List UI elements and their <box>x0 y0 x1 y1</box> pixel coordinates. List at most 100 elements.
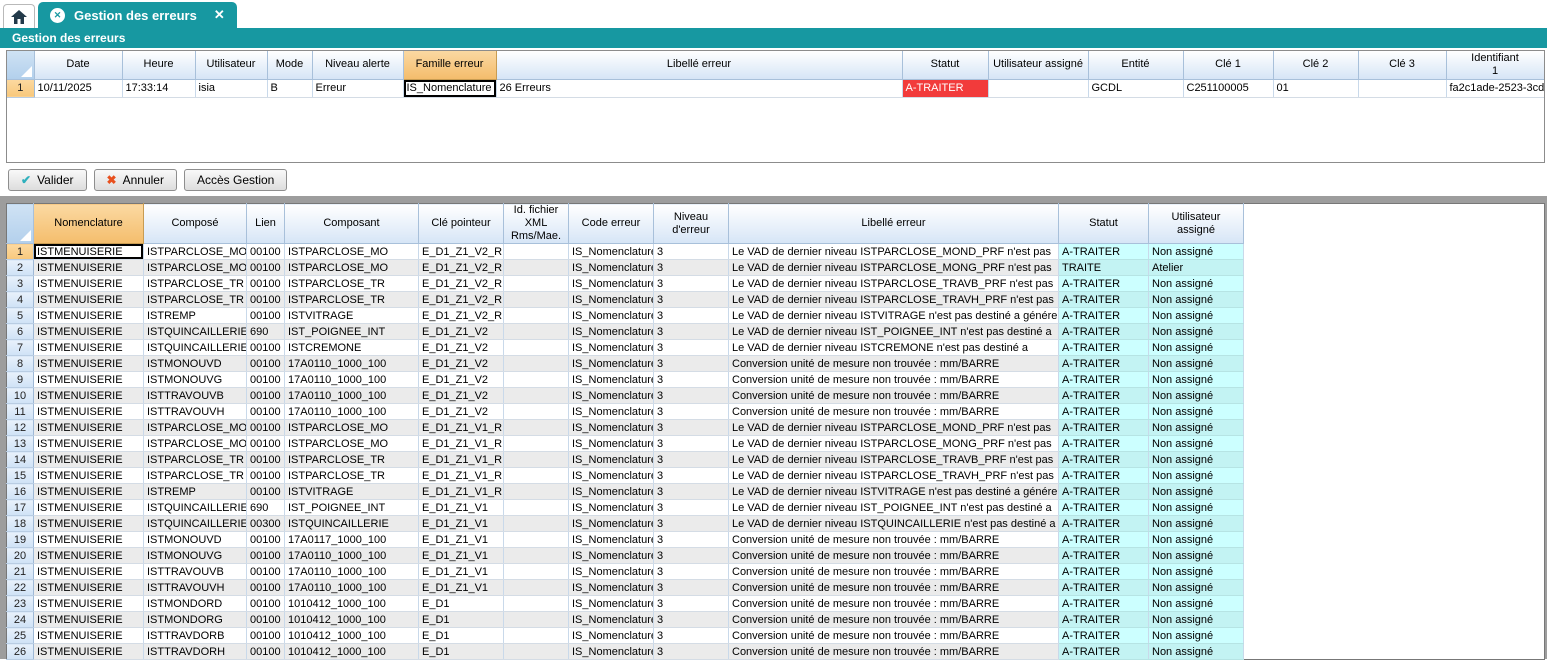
select-all-corner[interactable] <box>7 51 34 79</box>
cell-nomenclature[interactable]: ISTMENUISERIE <box>34 340 144 356</box>
cell-heure[interactable]: 17:33:14 <box>122 79 195 97</box>
cell-composant[interactable]: 1010412_1000_100 <box>285 644 419 660</box>
cell-nomenclature[interactable]: ISTMENUISERIE <box>34 276 144 292</box>
cell-niveau_erreur[interactable]: 3 <box>654 292 729 308</box>
cell-statut[interactable]: A-TRAITER <box>1059 564 1149 580</box>
cell-id_fichier[interactable] <box>504 628 569 644</box>
header-famille_erreur[interactable]: Famille erreur <box>403 51 496 79</box>
cell-statut[interactable]: A-TRAITER <box>1059 644 1149 660</box>
cell-id_fichier[interactable] <box>504 484 569 500</box>
row-number[interactable]: 2 <box>7 260 34 276</box>
cell-statut[interactable]: A-TRAITER <box>1059 468 1149 484</box>
cell-id_fichier[interactable] <box>504 356 569 372</box>
row-number[interactable]: 3 <box>7 276 34 292</box>
cell-cle_pointeur[interactable]: E_D1_Z1_V2_R <box>419 260 504 276</box>
cell-utilisateur_assigne[interactable]: Non assigné <box>1149 356 1244 372</box>
cell-cle3[interactable] <box>1358 79 1446 97</box>
cell-code_erreur[interactable]: IS_Nomenclature <box>569 292 654 308</box>
header-libelle_erreur[interactable]: Libellé erreur <box>496 51 902 79</box>
cell-libelle_erreur[interactable]: Le VAD de dernier niveau ISTQUINCAILLERI… <box>729 516 1059 532</box>
row-number[interactable]: 10 <box>7 388 34 404</box>
cell-libelle_erreur[interactable]: Conversion unité de mesure non trouvée :… <box>729 596 1059 612</box>
row-number[interactable]: 4 <box>7 292 34 308</box>
header-statut[interactable]: Statut <box>902 51 988 79</box>
header-heure[interactable]: Heure <box>122 51 195 79</box>
cell-libelle_erreur[interactable]: Conversion unité de mesure non trouvée :… <box>729 612 1059 628</box>
row-number[interactable]: 6 <box>7 324 34 340</box>
cell-id_fichier[interactable] <box>504 532 569 548</box>
cell-code_erreur[interactable]: IS_Nomenclature <box>569 580 654 596</box>
cell-cle_pointeur[interactable]: E_D1 <box>419 596 504 612</box>
cell-libelle_erreur[interactable]: Le VAD de dernier niveau ISTCREMONE n'es… <box>729 340 1059 356</box>
header-niveau_alerte[interactable]: Niveau alerte <box>312 51 403 79</box>
cell-compose[interactable]: ISTQUINCAILLERIE <box>144 500 247 516</box>
cell-id_fichier[interactable] <box>504 436 569 452</box>
header-cle1[interactable]: Clé 1 <box>1183 51 1273 79</box>
header-utilisateur[interactable]: Utilisateur <box>195 51 267 79</box>
cell-lien[interactable]: 00100 <box>247 532 285 548</box>
select-all-corner[interactable] <box>7 204 34 244</box>
cell-nomenclature[interactable]: ISTMENUISERIE <box>34 260 144 276</box>
row-number[interactable]: 23 <box>7 596 34 612</box>
cell-compose[interactable]: ISTMONOUVD <box>144 532 247 548</box>
row-number[interactable]: 14 <box>7 452 34 468</box>
header-id_fichier[interactable]: Id. fichier XML Rms/Mae. <box>504 204 569 244</box>
cell-lien[interactable]: 00100 <box>247 372 285 388</box>
cell-code_erreur[interactable]: IS_Nomenclature <box>569 276 654 292</box>
cell-compose[interactable]: ISTMONDORG <box>144 612 247 628</box>
cell-lien[interactable]: 00100 <box>247 420 285 436</box>
cell-code_erreur[interactable]: IS_Nomenclature <box>569 612 654 628</box>
cell-cle_pointeur[interactable]: E_D1_Z1_V2 <box>419 404 504 420</box>
cell-niveau_erreur[interactable]: 3 <box>654 580 729 596</box>
cell-nomenclature[interactable]: ISTMENUISERIE <box>34 628 144 644</box>
cell-compose[interactable]: ISTTRAVDORH <box>144 644 247 660</box>
cell-niveau_erreur[interactable]: 3 <box>654 276 729 292</box>
cell-utilisateur_assigne[interactable]: Non assigné <box>1149 244 1244 260</box>
cell-niveau_erreur[interactable]: 3 <box>654 404 729 420</box>
cell-compose[interactable]: ISTPARCLOSE_TR <box>144 276 247 292</box>
cell-lien[interactable]: 00100 <box>247 564 285 580</box>
cell-libelle_erreur[interactable]: Le VAD de dernier niveau ISTPARCLOSE_MON… <box>729 436 1059 452</box>
row-number[interactable]: 16 <box>7 484 34 500</box>
cell-composant[interactable]: 17A0110_1000_100 <box>285 372 419 388</box>
cell-cle_pointeur[interactable]: E_D1_Z1_V1_R <box>419 468 504 484</box>
cell-compose[interactable]: ISTQUINCAILLERIE <box>144 516 247 532</box>
cell-cle_pointeur[interactable]: E_D1_Z1_V1 <box>419 580 504 596</box>
cell-utilisateur_assigne[interactable]: Non assigné <box>1149 484 1244 500</box>
cell-compose[interactable]: ISTTRAVOUVB <box>144 388 247 404</box>
cell-nomenclature[interactable]: ISTMENUISERIE <box>34 580 144 596</box>
acces-gestion-button[interactable]: Accès Gestion <box>184 169 287 191</box>
cell-niveau_erreur[interactable]: 3 <box>654 484 729 500</box>
cell-lien[interactable]: 00100 <box>247 244 285 260</box>
cell-code_erreur[interactable]: IS_Nomenclature <box>569 596 654 612</box>
cell-composant[interactable]: ISTPARCLOSE_MO <box>285 260 419 276</box>
cell-utilisateur_assigne[interactable]: Non assigné <box>1149 580 1244 596</box>
cell-libelle_erreur[interactable]: Conversion unité de mesure non trouvée :… <box>729 404 1059 420</box>
cell-id_fichier[interactable] <box>504 500 569 516</box>
cell-id_fichier[interactable] <box>504 564 569 580</box>
cell-cle_pointeur[interactable]: E_D1_Z1_V1 <box>419 516 504 532</box>
cell-id_fichier[interactable] <box>504 340 569 356</box>
row-number[interactable]: 1 <box>7 79 34 97</box>
cell-nomenclature[interactable]: ISTMENUISERIE <box>34 500 144 516</box>
cell-utilisateur_assigne[interactable]: Non assigné <box>1149 436 1244 452</box>
cell-niveau_alerte[interactable]: Erreur <box>312 79 403 97</box>
cell-utilisateur_assigne[interactable]: Non assigné <box>1149 612 1244 628</box>
cell-niveau_erreur[interactable]: 3 <box>654 628 729 644</box>
cell-id_fichier[interactable] <box>504 388 569 404</box>
cell-cle_pointeur[interactable]: E_D1_Z1_V2_R <box>419 308 504 324</box>
cell-id_fichier[interactable] <box>504 596 569 612</box>
cell-statut[interactable]: A-TRAITER <box>1059 372 1149 388</box>
cell-id_fichier[interactable] <box>504 372 569 388</box>
cell-libelle_erreur[interactable]: Le VAD de dernier niveau ISTPARCLOSE_TRA… <box>729 292 1059 308</box>
cell-cle_pointeur[interactable]: E_D1 <box>419 612 504 628</box>
cell-composant[interactable]: ISTPARCLOSE_TR <box>285 292 419 308</box>
cell-statut[interactable]: A-TRAITER <box>1059 340 1149 356</box>
cell-cle_pointeur[interactable]: E_D1_Z1_V1 <box>419 548 504 564</box>
cell-id_fichier[interactable] <box>504 244 569 260</box>
cell-utilisateur_assigne[interactable]: Non assigné <box>1149 564 1244 580</box>
cell-nomenclature[interactable]: ISTMENUISERIE <box>34 436 144 452</box>
cell-compose[interactable]: ISTREMP <box>144 308 247 324</box>
cell-libelle_erreur[interactable]: Le VAD de dernier niveau IST_POIGNEE_INT… <box>729 500 1059 516</box>
header-identifiant1[interactable]: Identifiant 1 <box>1446 51 1544 79</box>
